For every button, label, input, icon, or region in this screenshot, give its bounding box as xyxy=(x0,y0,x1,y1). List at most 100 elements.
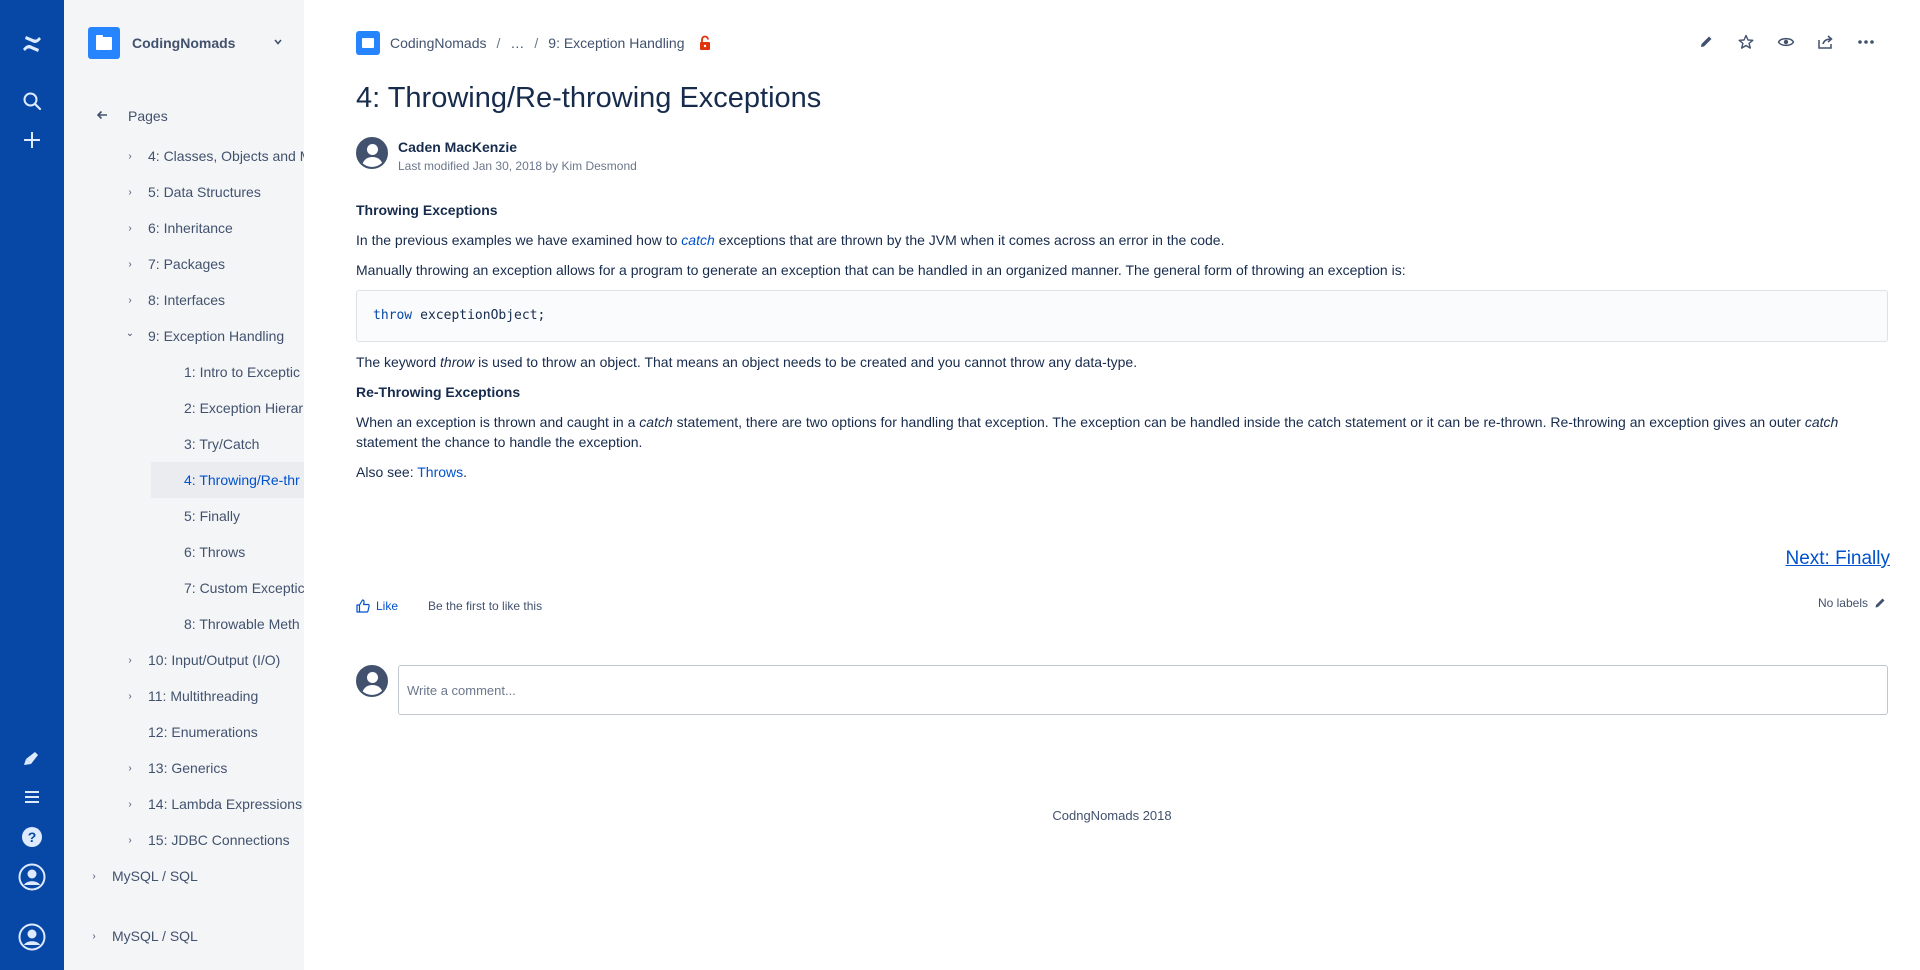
chevron-right-icon: › xyxy=(92,930,96,942)
main-content: CodingNomads / … / 9: Exception Handling… xyxy=(304,0,1920,970)
share-icon[interactable] xyxy=(1806,30,1846,54)
chevron-right-icon[interactable]: › xyxy=(125,835,135,846)
sidebar-item-9[interactable]: 4: Throwing/Re-thr xyxy=(151,462,304,498)
sidebar-item-17[interactable]: › 13: Generics xyxy=(64,750,304,786)
sidebar-item-label: 5: Data Structures xyxy=(148,184,261,200)
sidebar-item-label: 12: Enumerations xyxy=(148,724,258,740)
heading-rethrowing-exceptions: Re-Throwing Exceptions xyxy=(356,384,521,400)
global-nav: ? xyxy=(0,0,64,970)
paragraph: Manually throwing an exception allows fo… xyxy=(356,262,1406,278)
breadcrumb-ellipsis[interactable]: … xyxy=(510,35,524,51)
sidebar-item-10[interactable]: 5: Finally xyxy=(64,498,304,534)
sidebar-item-label: 7: Custom Exceptic xyxy=(184,580,304,596)
watch-icon[interactable] xyxy=(1766,30,1806,54)
chevron-right-icon[interactable]: › xyxy=(125,223,135,234)
chevron-right-icon[interactable]: › xyxy=(125,259,135,270)
space-sidebar: CodingNomads Pages › 4: Classes, Objects … xyxy=(64,0,304,970)
sidebar-item-18[interactable]: › 14: Lambda Expressions xyxy=(64,786,304,822)
sidebar-item-2[interactable]: › 6: Inheritance xyxy=(64,210,304,246)
chevron-right-icon[interactable]: › xyxy=(125,295,135,306)
space-logo-icon xyxy=(88,27,120,59)
chevron-right-icon[interactable]: › xyxy=(125,151,135,162)
sidebar-item-20[interactable]: › MySQL / SQL xyxy=(64,858,304,894)
sidebar-item-label: 8: Throwable Meth xyxy=(184,616,300,632)
sidebar-item-label: 4: Classes, Objects and M xyxy=(148,148,304,164)
comment-section xyxy=(356,665,1888,715)
paragraph: The keyword throw is used to throw an ob… xyxy=(356,354,1138,370)
sidebar-item-label: 5: Finally xyxy=(184,508,241,524)
sidebar-item-16[interactable]: 12: Enumerations xyxy=(64,714,304,750)
sidebar-item-14[interactable]: › 10: Input/Output (I/O) xyxy=(64,642,304,678)
create-icon[interactable] xyxy=(16,124,48,156)
sidebar-item-label: 9: Exception Handling xyxy=(148,328,285,344)
sidebar-item-19[interactable]: › 15: JDBC Connections xyxy=(64,822,304,858)
comment-input[interactable] xyxy=(398,665,1888,715)
sidebar-item-3[interactable]: › 7: Packages xyxy=(64,246,304,282)
sidebar-item-label: 2: Exception Hierar xyxy=(184,400,304,416)
labels-text: No labels xyxy=(1817,596,1868,610)
sidebar-item-1[interactable]: › 5: Data Structures xyxy=(64,174,304,210)
sidebar-item-label: 10: Input/Output (I/O) xyxy=(148,652,281,668)
page-body: Throwing Exceptions In the previous exam… xyxy=(356,200,1888,482)
space-switcher[interactable]: CodingNomads xyxy=(88,27,288,59)
more-actions-icon[interactable] xyxy=(1846,30,1886,54)
sidebar-item-7[interactable]: 2: Exception Hierar xyxy=(64,390,304,426)
thumbs-up-icon xyxy=(356,599,370,613)
search-icon[interactable] xyxy=(16,85,48,117)
user-profile-icon[interactable] xyxy=(16,861,48,893)
paragraph: In the previous examples we have examine… xyxy=(356,232,1225,248)
code-text: exceptionObject; xyxy=(420,308,546,323)
menu-icon[interactable] xyxy=(16,781,48,813)
space-logo-icon xyxy=(356,31,380,55)
chevron-right-icon[interactable]: › xyxy=(89,871,99,882)
paragraph: Also see: Throws. xyxy=(356,464,468,480)
breadcrumb-separator: / xyxy=(534,35,539,51)
breadcrumb-parent-link[interactable]: 9: Exception Handling xyxy=(548,35,684,51)
next-page-link[interactable]: Next: Finally xyxy=(1785,548,1890,570)
labels-section: No labels xyxy=(1818,596,1886,610)
edit-labels-icon[interactable] xyxy=(1874,597,1886,609)
user-profile-icon[interactable] xyxy=(16,921,48,953)
sidebar-item-label: 11: Multithreading xyxy=(148,688,259,704)
chevron-right-icon[interactable]: › xyxy=(125,691,135,702)
sidebar-item-label: 4: Throwing/Re-thr xyxy=(184,472,300,488)
breadcrumb-space-link[interactable]: CodingNomads xyxy=(390,35,487,51)
sidebar-item-15[interactable]: › 11: Multithreading xyxy=(64,678,304,714)
sidebar-item-5[interactable]: ⌄ 9: Exception Handling xyxy=(64,318,304,354)
throw-emphasis: throw xyxy=(440,354,475,370)
sidebar-item-mysql-sql-bottom[interactable]: › MySQL / SQL xyxy=(64,918,304,954)
sidebar-item-label: 6: Throws xyxy=(184,544,246,560)
paragraph: When an exception is thrown and caught i… xyxy=(356,414,1839,450)
sidebar-item-11[interactable]: 6: Throws xyxy=(64,534,304,570)
chevron-right-icon[interactable]: › xyxy=(125,187,135,198)
page-byline: Caden MacKenzie Last modified Jan 30, 20… xyxy=(356,137,637,174)
sidebar-item-0[interactable]: › 4: Classes, Objects and M xyxy=(64,138,304,174)
feedback-icon[interactable] xyxy=(16,742,48,774)
unlock-icon[interactable] xyxy=(698,35,712,51)
last-modified[interactable]: Last modified Jan 30, 2018 by Kim Desmon… xyxy=(398,158,637,174)
sidebar-item-label: 1: Intro to Exceptic xyxy=(184,364,300,380)
pages-back-link[interactable]: Pages xyxy=(96,106,168,126)
like-button[interactable]: Like xyxy=(356,599,398,613)
avatar[interactable] xyxy=(356,137,388,169)
page-tree: › 4: Classes, Objects and M › 5: Data Struc… xyxy=(64,138,304,894)
sidebar-item-8[interactable]: 3: Try/Catch xyxy=(64,426,304,462)
sidebar-item-4[interactable]: › 8: Interfaces xyxy=(64,282,304,318)
sidebar-item-label: MySQL / SQL xyxy=(112,928,198,944)
chevron-right-icon[interactable]: › xyxy=(125,799,135,810)
sidebar-item-label: 15: JDBC Connections xyxy=(148,832,290,848)
like-row: Like Be the first to like this xyxy=(356,594,542,618)
sidebar-item-6[interactable]: 1: Intro to Exceptic xyxy=(64,354,304,390)
page-title: 4: Throwing/Re-throwing Exceptions xyxy=(356,82,822,114)
sidebar-item-13[interactable]: 8: Throwable Meth xyxy=(64,606,304,642)
edit-icon[interactable] xyxy=(1686,30,1726,54)
sidebar-item-12[interactable]: 7: Custom Exceptic xyxy=(64,570,304,606)
author-name[interactable]: Caden MacKenzie xyxy=(398,138,637,156)
chevron-right-icon[interactable]: › xyxy=(125,655,135,666)
help-icon[interactable]: ? xyxy=(16,821,48,853)
confluence-logo-icon[interactable] xyxy=(16,28,48,60)
star-icon[interactable] xyxy=(1726,30,1766,54)
chevron-down-icon[interactable]: ⌄ xyxy=(125,328,135,339)
throws-link[interactable]: Throws xyxy=(417,464,463,480)
chevron-right-icon[interactable]: › xyxy=(125,763,135,774)
